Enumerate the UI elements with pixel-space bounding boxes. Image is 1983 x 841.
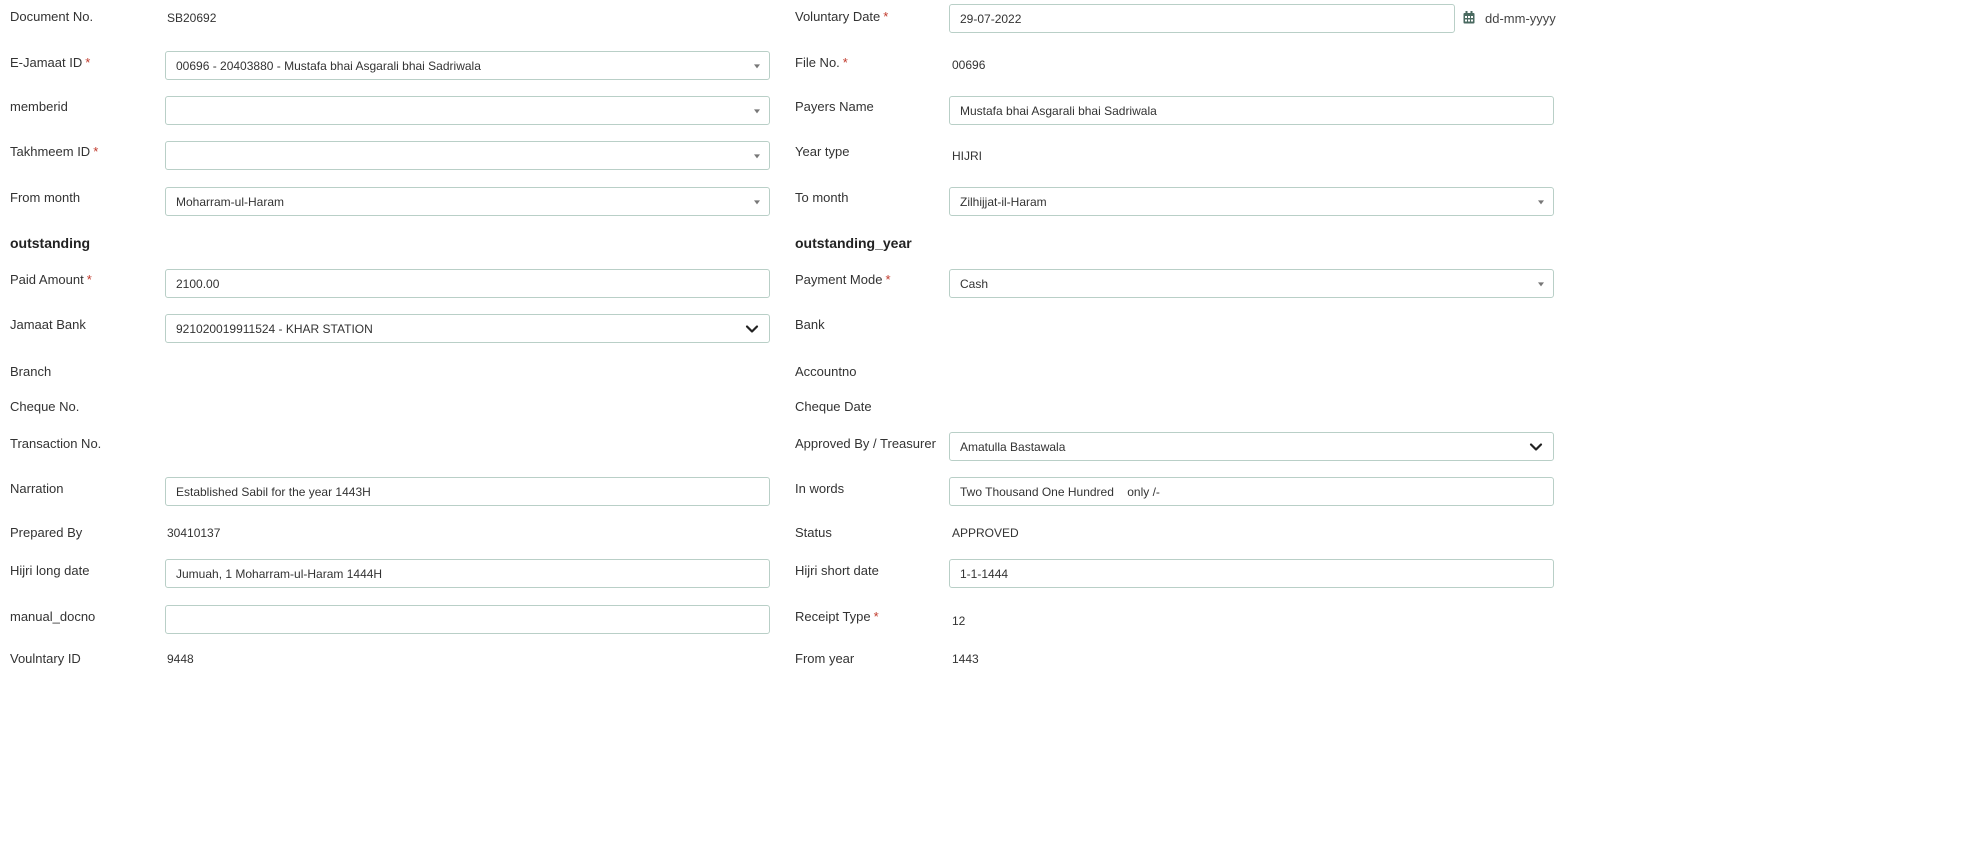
manual-docno-label: manual_docno [10, 609, 96, 624]
file-no-value: 00696 [952, 58, 986, 72]
document-no-value: SB20692 [167, 11, 217, 25]
paid-amount-input[interactable]: 2100.00 [165, 269, 770, 298]
caret-down-icon [1538, 281, 1544, 286]
file-no-label: File No. * [795, 55, 848, 70]
from-month-select[interactable]: Moharram-ul-Haram [165, 187, 770, 216]
approved-by-select[interactable]: Amatulla Bastawala [949, 432, 1554, 461]
outstanding-year-heading: outstanding_year [795, 235, 912, 251]
manual-docno-input[interactable] [165, 605, 770, 634]
caret-down-icon [754, 108, 760, 113]
memberid-label: memberid [10, 99, 68, 114]
status-label: Status [795, 525, 832, 540]
from-year-value: 1443 [952, 652, 979, 666]
caret-down-icon [754, 63, 760, 68]
year-type-value: HIJRI [952, 149, 982, 163]
approved-by-label: Approved By / Treasurer [795, 436, 936, 451]
in-words-label: In words [795, 481, 845, 496]
calendar-icon[interactable] [1463, 11, 1475, 24]
prepared-by-label: Prepared By [10, 525, 83, 540]
outstanding-heading: outstanding [10, 235, 91, 251]
voluntary-id-value: 9448 [167, 652, 194, 666]
date-format-hint: dd-mm-yyyy [1485, 11, 1556, 26]
caret-down-icon [1538, 199, 1544, 204]
chevron-down-icon [1529, 443, 1543, 451]
branch-label: Branch [10, 364, 52, 379]
hijri-short-date-input[interactable]: 1-1-1444 [949, 559, 1554, 588]
bank-label: Bank [795, 317, 825, 332]
ejamaat-id-label: E-Jamaat ID * [10, 55, 91, 70]
payment-mode-label: Payment Mode * [795, 272, 891, 287]
narration-input[interactable]: Established Sabil for the year 1443H [165, 477, 770, 506]
payers-name-label: Payers Name [795, 99, 874, 114]
from-month-label: From month [10, 190, 81, 205]
transaction-no-label: Transaction No. [10, 436, 102, 451]
narration-label: Narration [10, 481, 64, 496]
payment-mode-select[interactable]: Cash [949, 269, 1554, 298]
to-month-label: To month [795, 190, 849, 205]
chevron-down-icon [745, 325, 759, 333]
paid-amount-label: Paid Amount * [10, 272, 92, 287]
jamaat-bank-label: Jamaat Bank [10, 317, 86, 332]
jamaat-bank-select[interactable]: 921020019911524 - KHAR STATION [165, 314, 770, 343]
hijri-long-date-input[interactable]: Jumuah, 1 Moharram-ul-Haram 1444H [165, 559, 770, 588]
ejamaat-id-select[interactable]: 00696 - 20403880 - Mustafa bhai Asgarali… [165, 51, 770, 80]
voluntary-date-label: Voluntary Date * [795, 9, 889, 24]
voluntary-id-label: Voulntary ID [10, 651, 81, 666]
year-type-label: Year type [795, 144, 850, 159]
caret-down-icon [754, 199, 760, 204]
receipt-type-value: 12 [952, 614, 966, 628]
prepared-by-value: 30410137 [167, 526, 221, 540]
hijri-long-date-label: Hijri long date [10, 563, 90, 578]
voluntary-date-input[interactable]: 29-07-2022 [949, 4, 1455, 33]
takhmeem-id-label: Takhmeem ID * [10, 144, 99, 159]
from-year-label: From year [795, 651, 855, 666]
to-month-select[interactable]: Zilhijjat-il-Haram [949, 187, 1554, 216]
memberid-select[interactable] [165, 96, 770, 125]
receipt-type-label: Receipt Type * [795, 609, 879, 624]
hijri-short-date-label: Hijri short date [795, 563, 879, 578]
in-words-input[interactable]: Two Thousand One Hundred only /- [949, 477, 1554, 506]
document-no-label: Document No. [10, 9, 94, 24]
caret-down-icon [754, 153, 760, 158]
takhmeem-id-select[interactable] [165, 141, 770, 170]
status-value: APPROVED [952, 526, 1019, 540]
cheque-date-label: Cheque Date [795, 399, 872, 414]
payers-name-input[interactable]: Mustafa bhai Asgarali bhai Sadriwala [949, 96, 1554, 125]
accountno-label: Accountno [795, 364, 857, 379]
cheque-no-label: Cheque No. [10, 399, 80, 414]
